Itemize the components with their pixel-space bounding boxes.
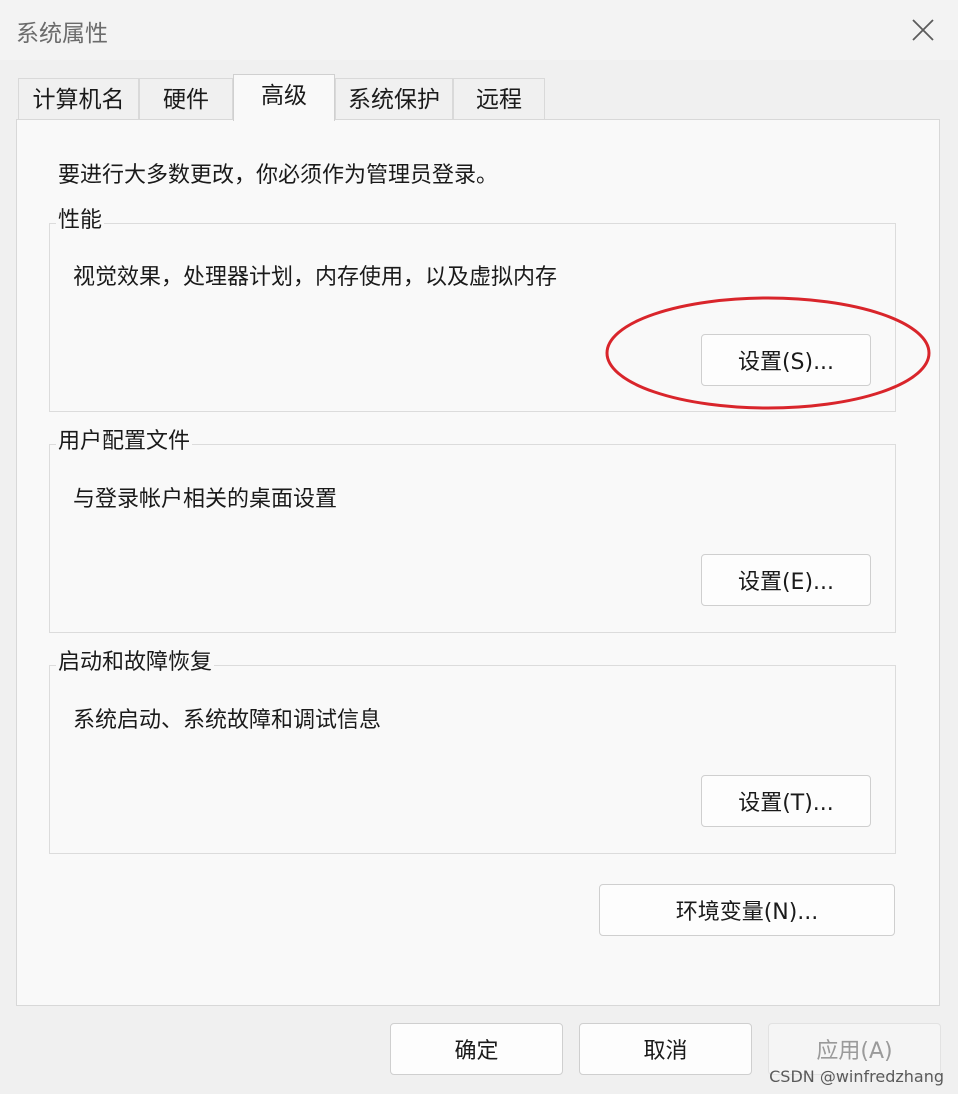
startup-recovery-description: 系统启动、系统故障和调试信息 [73,708,382,733]
tab-label: 远程 [476,87,522,113]
tab-system-protection[interactable]: 系统保护 [335,78,453,120]
tab-remote[interactable]: 远程 [453,78,545,120]
tab-label: 硬件 [163,87,209,113]
tab-hardware[interactable]: 硬件 [139,78,233,120]
button-label: 取消 [643,1039,688,1064]
startup-recovery-group-title: 启动和故障恢复 [56,644,215,676]
environment-variables-button[interactable]: 环境变量(N)... [599,884,895,936]
window-title: 系统属性 [16,21,108,47]
tab-computer-name[interactable]: 计算机名 [18,78,139,120]
ok-button[interactable]: 确定 [390,1023,563,1075]
tab-label: 计算机名 [32,87,125,113]
performance-settings-button[interactable]: 设置(S)... [701,334,871,386]
button-label: 应用(A) [816,1039,893,1064]
tab-advanced[interactable]: 高级 [233,74,335,121]
performance-group: 性能 视觉效果，处理器计划，内存使用，以及虚拟内存 设置(S)... [49,202,896,412]
performance-group-title: 性能 [56,202,105,234]
button-label: 设置(S)... [737,350,835,375]
user-profiles-group-title: 用户配置文件 [56,423,193,455]
cancel-button[interactable]: 取消 [579,1023,752,1075]
button-label: 环境变量(N)... [675,900,819,925]
button-label: 确定 [454,1039,499,1064]
tab-label: 系统保护 [348,87,440,113]
performance-description: 视觉效果，处理器计划，内存使用，以及虚拟内存 [73,265,558,290]
close-button[interactable] [888,0,958,60]
user-profiles-group: 用户配置文件 与登录帐户相关的桌面设置 设置(E)... [49,423,896,633]
close-icon [912,19,934,41]
user-profiles-settings-button[interactable]: 设置(E)... [701,554,871,606]
button-label: 设置(T)... [738,791,834,816]
user-profiles-description: 与登录帐户相关的桌面设置 [73,487,338,512]
button-label: 设置(E)... [737,570,835,595]
tab-label: 高级 [261,83,307,109]
title-bar: 系统属性 [0,0,958,60]
admin-note: 要进行大多数更改，你必须作为管理员登录。 [58,163,499,188]
watermark: CSDN @winfredzhang [769,1067,944,1086]
startup-recovery-settings-button[interactable]: 设置(T)... [701,775,871,827]
startup-recovery-group: 启动和故障恢复 系统启动、系统故障和调试信息 设置(T)... [49,644,896,854]
